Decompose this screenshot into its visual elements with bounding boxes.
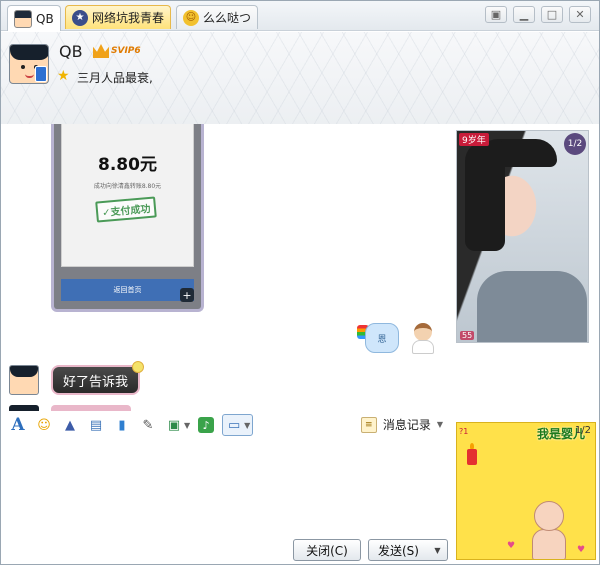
- music-button[interactable]: ♪: [198, 417, 215, 433]
- music-icon: ♪: [198, 417, 215, 433]
- tab-label: 网络坑我青春: [92, 11, 165, 25]
- payment-description: 成功向徐清鑫转账8.80元: [93, 183, 162, 190]
- my-show-tag: ?1: [459, 427, 469, 436]
- message-history-label: 消息记录: [382, 418, 431, 432]
- screenshot-button[interactable]: ▭ ▼: [222, 414, 254, 436]
- back-home-button: 返回首页: [61, 279, 194, 301]
- video-button[interactable]: ▤: [87, 416, 105, 434]
- show-badge: 55: [460, 331, 475, 340]
- svip-badge[interactable]: SVIP6: [93, 44, 141, 58]
- emoji-icon: ☺: [37, 417, 51, 433]
- payment-amount: 8.80元: [98, 155, 157, 175]
- heart-icon: ♥: [507, 541, 516, 551]
- baby-avatar: [529, 501, 569, 559]
- close-icon[interactable]: ✕: [569, 6, 591, 23]
- image-icon: ▣: [167, 417, 181, 433]
- input-toolbar: A ☺ ▲ ▤ ▮ ✎ ▣ ▼ ♪ ▭ ▼ ≡ 消息记录 ▼: [1, 411, 453, 439]
- video-icon: ▤: [89, 417, 103, 433]
- tab-label: QB: [36, 11, 54, 26]
- tab-network-youth[interactable]: ★ 网络坑我青春: [65, 5, 172, 29]
- contact-show-panel[interactable]: 9岁年 1/2 55: [456, 130, 589, 343]
- font-button[interactable]: A: [9, 415, 27, 435]
- message-row: 好了告诉我: [9, 361, 145, 397]
- candle-icon: [467, 443, 477, 465]
- sticker-bubble: 恩: [365, 323, 399, 353]
- payment-screenshot[interactable]: 8.80元 成功向徐清鑫转账8.80元 ✓支付成功 返回首页 +: [51, 124, 204, 312]
- minimize-icon[interactable]: ▁: [513, 6, 535, 23]
- my-show-page-indicator[interactable]: 1/2: [575, 425, 591, 436]
- message-history-button[interactable]: ≡ 消息记录 ▼: [360, 416, 443, 433]
- font-icon: A: [11, 415, 25, 435]
- chevron-down-icon: ▼: [434, 545, 441, 555]
- voice-message-button[interactable]: ▮: [113, 416, 131, 434]
- magic-icon: ▲: [65, 417, 75, 433]
- message-bubble[interactable]: 好了告诉我: [51, 361, 145, 395]
- avatar-icon: ★: [72, 9, 88, 26]
- send-button[interactable]: 发送(S): [368, 539, 429, 561]
- contact-header: QB SVIP6 ★ 三月人品最衰, ▼ ▼ ➜▼ +▼ ▭▼ ⇄: [1, 32, 599, 149]
- mic-icon: ▮: [118, 417, 126, 433]
- crown-icon: [93, 44, 109, 58]
- tab-memeda[interactable]: ☺ 么么哒つ: [176, 5, 259, 29]
- avatar-icon: ☺: [183, 9, 199, 26]
- tab-label: 么么哒つ: [203, 11, 252, 25]
- magic-button[interactable]: ▲: [61, 416, 79, 434]
- close-button[interactable]: 关闭(C): [293, 539, 361, 561]
- heart-icon: ♥: [577, 545, 586, 555]
- tab-qb[interactable]: QB: [7, 5, 61, 31]
- contact-signature: 三月人品最衰,: [77, 71, 153, 85]
- chat-history[interactable]: 8.80元 成功向徐清鑫转账8.80元 ✓支付成功 返回首页 + 恩 好了告诉我: [1, 124, 453, 411]
- edit-button[interactable]: ✎: [139, 416, 157, 434]
- image-button[interactable]: ▣ ▼: [165, 416, 190, 434]
- show-tag: 9岁年: [459, 133, 489, 146]
- show-page-indicator[interactable]: 1/2: [564, 133, 586, 155]
- avatar: [14, 9, 32, 28]
- cartoon-sticker[interactable]: [406, 321, 438, 355]
- edit-icon: ✎: [142, 417, 154, 433]
- chat-window: QB ★ 网络坑我青春 ☺ 么么哒つ ▣ ▁ □ ✕ QB SVIP6 ★ 三月…: [0, 0, 600, 565]
- tab-bar: QB ★ 网络坑我青春 ☺ 么么哒つ ▣ ▁ □ ✕: [1, 1, 599, 31]
- zoom-in-icon[interactable]: +: [180, 288, 194, 302]
- maximize-icon[interactable]: □: [541, 6, 563, 23]
- contact-nickname[interactable]: QB: [59, 42, 83, 61]
- history-icon: ≡: [360, 416, 377, 433]
- star-icon[interactable]: ★: [57, 68, 70, 84]
- sticker-received[interactable]: 恩: [357, 317, 402, 357]
- contact-avatar[interactable]: [9, 44, 49, 84]
- send-options-button[interactable]: ▼: [428, 539, 448, 561]
- phone-online-icon: [35, 66, 47, 82]
- chevron-down-icon: ▼: [436, 420, 443, 429]
- sender-avatar[interactable]: [9, 365, 39, 395]
- emoji-button[interactable]: ☺: [35, 416, 53, 434]
- my-show-panel[interactable]: ?1 我是婴儿 1/2 ♥ ♥: [456, 422, 596, 560]
- payment-success-stamp: ✓支付成功: [95, 196, 158, 223]
- restore-icon[interactable]: ▣: [485, 6, 507, 23]
- message-input[interactable]: [1, 439, 453, 534]
- screenshot-icon: ▭: [228, 417, 241, 433]
